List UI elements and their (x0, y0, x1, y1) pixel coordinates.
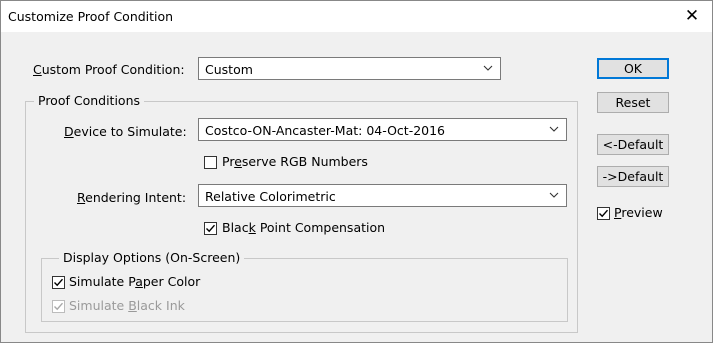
checkmark-icon (54, 302, 64, 311)
next-default-button[interactable]: ->Default (597, 166, 669, 187)
preserve-rgb-label: Preserve RGB Numbers (222, 154, 368, 169)
reset-button[interactable]: Reset (597, 92, 669, 113)
ok-button[interactable]: OK (597, 58, 669, 79)
checkmark-icon (206, 224, 216, 233)
chevron-down-icon (549, 192, 559, 198)
display-options-legend: Display Options (On-Screen) (59, 250, 245, 265)
preview-label: Preview (614, 205, 663, 220)
custom-proof-condition-label: Custom Proof Condition: (33, 62, 185, 77)
preserve-rgb-checkbox[interactable] (204, 156, 217, 169)
device-to-simulate-label: Device to Simulate: (64, 124, 187, 139)
title-bar: Customize Proof Condition ✕ (1, 1, 712, 32)
device-to-simulate-value: Costco-ON-Ancaster-Mat: 04-Oct-2016 (205, 123, 446, 138)
chevron-down-icon (483, 65, 493, 71)
dialog-title: Customize Proof Condition (8, 9, 174, 24)
black-point-compensation-label: Black Point Compensation (222, 220, 386, 235)
checkmark-icon (599, 209, 609, 218)
preview-checkbox[interactable] (597, 207, 610, 220)
rendering-intent-select[interactable]: Relative Colorimetric (198, 184, 567, 207)
simulate-paper-color-label: Simulate Paper Color (69, 274, 201, 289)
black-point-compensation-checkbox[interactable] (204, 222, 217, 235)
chevron-down-icon (549, 126, 559, 132)
customize-proof-condition-dialog: Customize Proof Condition ✕ Custom Proof… (0, 0, 713, 343)
device-to-simulate-select[interactable]: Costco-ON-Ancaster-Mat: 04-Oct-2016 (198, 118, 567, 141)
checkmark-icon (54, 278, 64, 287)
custom-proof-condition-select[interactable]: Custom (198, 57, 501, 80)
custom-proof-condition-value: Custom (205, 62, 253, 77)
rendering-intent-value: Relative Colorimetric (205, 189, 336, 204)
simulate-paper-color-checkbox[interactable] (52, 276, 65, 289)
close-icon[interactable]: ✕ (672, 1, 712, 32)
proof-conditions-legend: Proof Conditions (34, 93, 145, 108)
simulate-black-ink-label: Simulate Black Ink (69, 298, 185, 313)
previous-default-button[interactable]: <-Default (597, 134, 669, 155)
rendering-intent-label: Rendering Intent: (77, 190, 187, 205)
simulate-black-ink-checkbox[interactable] (52, 300, 65, 313)
